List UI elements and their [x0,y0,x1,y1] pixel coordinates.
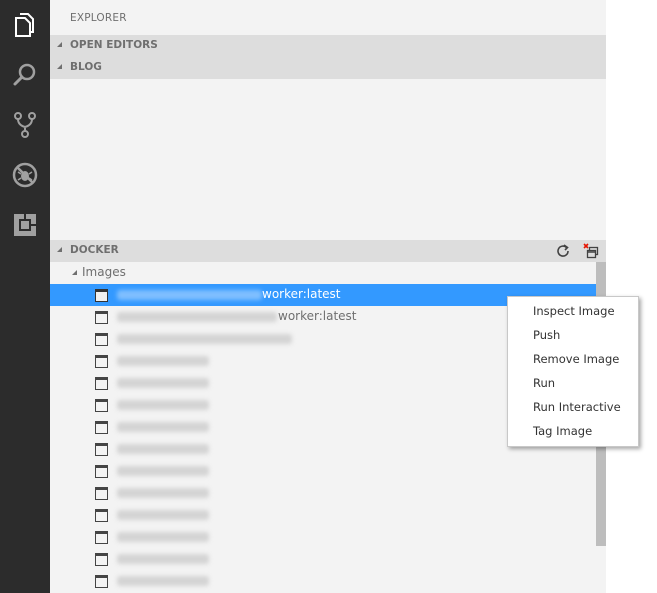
redacted-image-name [117,400,209,410]
context-menu: Inspect Image Push Remove Image Run Run … [507,296,639,447]
menu-item-tag-image[interactable]: Tag Image [533,424,592,438]
redacted-image-name [117,554,209,564]
redacted-image-name [117,576,209,586]
docker-image-icon [95,355,108,368]
search-icon [13,63,36,86]
activity-debug-button[interactable] [0,150,50,200]
image-row[interactable] [50,460,596,482]
docker-image-icon [95,399,108,412]
docker-image-icon [95,575,108,588]
image-name-label: worker:latest [262,287,341,301]
expanded-triangle-icon [72,270,77,275]
section-blog[interactable]: BLOG [50,57,606,79]
image-row[interactable] [50,504,596,526]
redacted-image-name [117,356,209,366]
docker-image-icon [95,487,108,500]
redacted-image-name [117,290,262,300]
activity-explorer-button[interactable] [0,0,50,50]
redacted-image-name [117,466,209,476]
activity-bar [0,0,50,593]
refresh-icon [557,244,569,257]
docker-image-icon [95,311,108,324]
explorer-title: EXPLORER [70,12,127,24]
menu-item-run[interactable]: Run [533,376,555,390]
section-label: BLOG [70,61,102,73]
section-label: DOCKER [70,244,119,256]
image-row[interactable] [50,526,596,548]
expanded-triangle-icon [57,42,62,47]
docker-image-icon [95,509,108,522]
docker-image-icon [95,443,108,456]
redacted-image-name [117,488,209,498]
refresh-button[interactable] [555,243,571,259]
redacted-image-name [117,378,209,388]
docker-image-icon [95,421,108,434]
redacted-image-name [117,422,209,432]
expanded-triangle-icon [57,64,62,69]
image-row[interactable] [50,570,596,592]
menu-item-push[interactable]: Push [533,328,560,342]
docker-image-icon [95,333,108,346]
menu-item-inspect-image[interactable]: Inspect Image [533,304,615,318]
menu-item-remove-image[interactable]: Remove Image [533,352,619,366]
extensions-icon [14,214,36,236]
collapse-remove-icon [583,243,599,259]
redacted-image-name [117,444,209,454]
activity-source-control-button[interactable] [0,100,50,150]
remove-all-button[interactable] [583,243,599,259]
image-name-label: worker:latest [278,309,357,323]
tree-node-images[interactable]: Images [50,262,596,284]
redacted-image-name [117,510,209,520]
debug-icon [12,162,38,188]
expanded-triangle-icon [57,247,62,252]
docker-image-icon [95,531,108,544]
docker-image-icon [95,377,108,390]
docker-image-icon [95,465,108,478]
section-docker[interactable]: DOCKER [50,240,606,262]
section-label: OPEN EDITORS [70,39,158,51]
activity-search-button[interactable] [0,50,50,100]
docker-image-icon [95,553,108,566]
docker-image-icon [95,289,108,302]
redacted-image-name [117,532,209,542]
tree-node-label: Images [82,265,126,279]
files-icon [15,13,34,37]
activity-extensions-button[interactable] [0,200,50,250]
image-row[interactable] [50,482,596,504]
menu-item-run-interactive[interactable]: Run Interactive [533,400,621,414]
redacted-image-name [117,312,277,322]
section-open-editors[interactable]: OPEN EDITORS [50,35,606,57]
redacted-image-name [117,334,292,344]
image-row[interactable] [50,548,596,570]
git-branch-icon [14,112,36,138]
